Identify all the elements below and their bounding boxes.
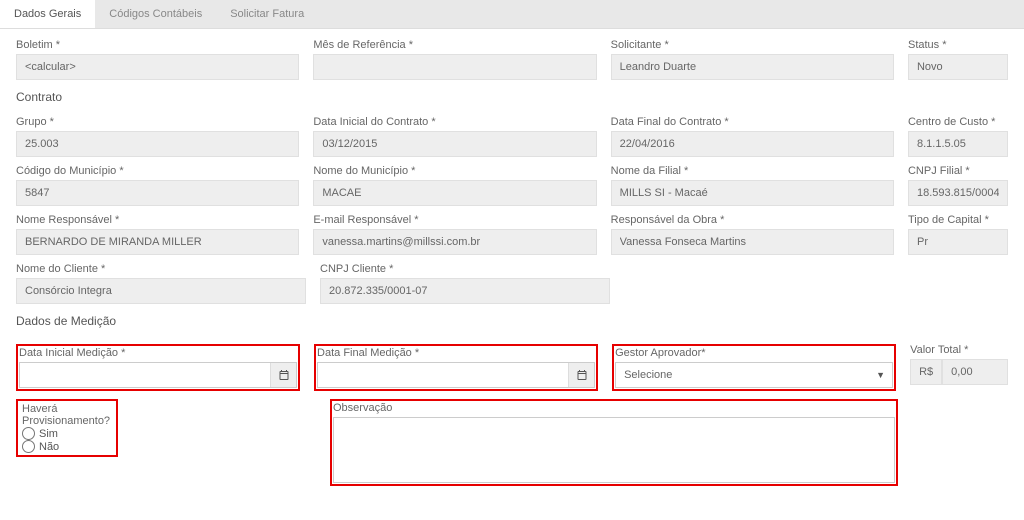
mes-ref-input[interactable] xyxy=(313,54,596,80)
resp-obra-input[interactable] xyxy=(611,229,894,255)
nome-municipio-label: Nome do Município * xyxy=(313,165,596,177)
data-final-contrato-input[interactable] xyxy=(611,131,894,157)
email-resp-input[interactable] xyxy=(313,229,596,255)
mes-ref-label: Mês de Referência * xyxy=(313,39,596,51)
nome-resp-label: Nome Responsável * xyxy=(16,214,299,226)
nome-municipio-input[interactable] xyxy=(313,180,596,206)
solicitante-input[interactable] xyxy=(611,54,894,80)
calendar-icon[interactable] xyxy=(270,363,296,387)
provisionamento-label: Haverá Provisionamento? xyxy=(22,403,110,427)
valor-total-input[interactable] xyxy=(942,359,1008,385)
valor-total-label: Valor Total * xyxy=(910,344,1008,356)
tipo-capital-input[interactable] xyxy=(908,229,1008,255)
medicao-title: Dados de Medição xyxy=(16,314,1008,328)
nome-cliente-label: Nome do Cliente * xyxy=(16,263,306,275)
cod-municipio-input[interactable] xyxy=(16,180,299,206)
data-final-medicao-label: Data Final Medição * xyxy=(317,347,595,359)
currency-prefix: R$ xyxy=(910,359,942,385)
nome-resp-input[interactable] xyxy=(16,229,299,255)
nome-cliente-input[interactable] xyxy=(16,278,306,304)
tipo-capital-label: Tipo de Capital * xyxy=(908,214,1008,226)
cod-municipio-label: Código do Município * xyxy=(16,165,299,177)
centro-custo-input[interactable] xyxy=(908,131,1008,157)
tab-solicitar-fatura[interactable]: Solicitar Fatura xyxy=(216,0,318,28)
gestor-select[interactable]: Selecione xyxy=(615,362,893,388)
gestor-label: Gestor Aprovador* xyxy=(615,347,893,359)
data-final-medicao-input[interactable] xyxy=(317,362,595,388)
sim-label: Sim xyxy=(39,428,58,440)
data-inicial-contrato-label: Data Inicial do Contrato * xyxy=(313,116,596,128)
tabs-bar: Dados Gerais Códigos Contábeis Solicitar… xyxy=(0,0,1024,29)
resp-obra-label: Responsável da Obra * xyxy=(611,214,894,226)
provisionamento-sim-radio[interactable] xyxy=(22,427,35,440)
grupo-label: Grupo * xyxy=(16,116,299,128)
cnpj-filial-input[interactable] xyxy=(908,180,1008,206)
boletim-label: Boletim * xyxy=(16,39,299,51)
provisionamento-nao-radio[interactable] xyxy=(22,440,35,453)
boletim-input[interactable] xyxy=(16,54,299,80)
data-inicial-medicao-label: Data Inicial Medição * xyxy=(19,347,297,359)
cnpj-filial-label: CNPJ Filial * xyxy=(908,165,1008,177)
contrato-title: Contrato xyxy=(16,90,1008,104)
observacao-textarea[interactable] xyxy=(333,417,895,483)
cnpj-cliente-label: CNPJ Cliente * xyxy=(320,263,610,275)
calendar-icon[interactable] xyxy=(568,363,594,387)
email-resp-label: E-mail Responsável * xyxy=(313,214,596,226)
tab-dados-gerais[interactable]: Dados Gerais xyxy=(0,0,95,28)
status-input[interactable] xyxy=(908,54,1008,80)
tab-codigos-contabeis[interactable]: Códigos Contábeis xyxy=(95,0,216,28)
data-inicial-medicao-input[interactable] xyxy=(19,362,297,388)
data-final-contrato-label: Data Final do Contrato * xyxy=(611,116,894,128)
nao-label: Não xyxy=(39,441,59,453)
status-label: Status * xyxy=(908,39,1008,51)
grupo-input[interactable] xyxy=(16,131,299,157)
nome-filial-label: Nome da Filial * xyxy=(611,165,894,177)
observacao-label: Observação xyxy=(333,402,895,414)
data-inicial-contrato-input[interactable] xyxy=(313,131,596,157)
cnpj-cliente-input[interactable] xyxy=(320,278,610,304)
solicitante-label: Solicitante * xyxy=(611,39,894,51)
centro-custo-label: Centro de Custo * xyxy=(908,116,1008,128)
nome-filial-input[interactable] xyxy=(611,180,894,206)
